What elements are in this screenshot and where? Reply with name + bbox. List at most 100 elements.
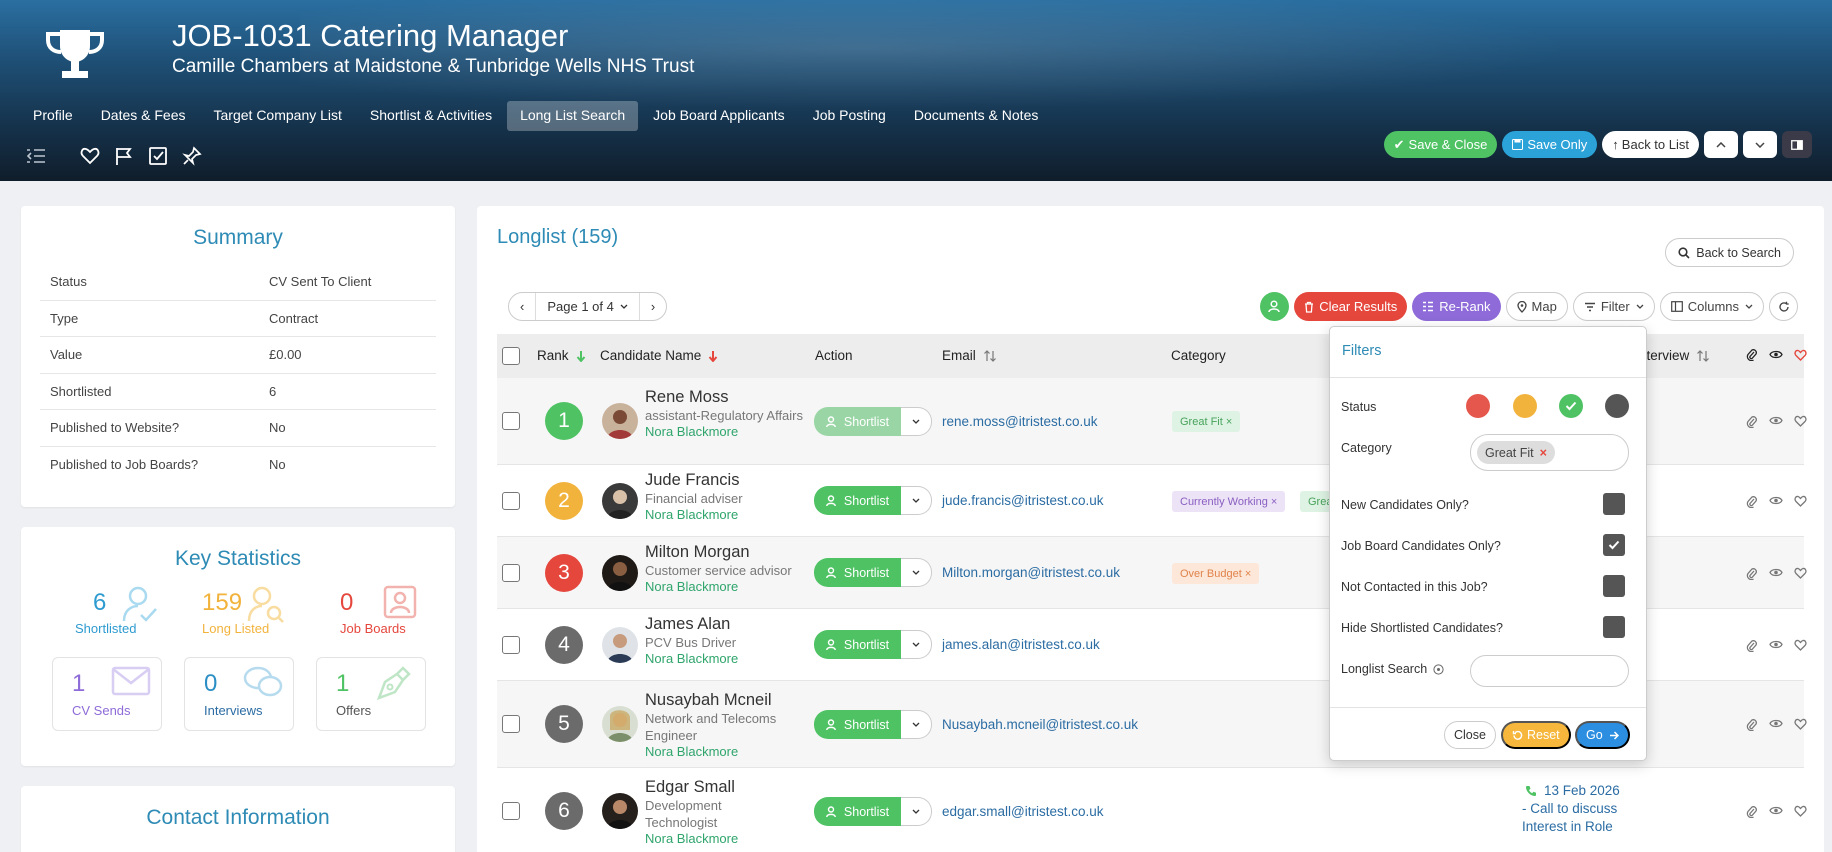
filter-button[interactable]: Filter — [1572, 292, 1655, 321]
heart-icon[interactable] — [1794, 718, 1807, 730]
status-amber-dot[interactable] — [1513, 394, 1537, 418]
paperclip-icon[interactable] — [1746, 639, 1758, 652]
back-to-list-button[interactable]: ↑ Back to List — [1602, 131, 1699, 158]
tab-job-posting[interactable]: Job Posting — [800, 101, 899, 131]
stat-job-boards[interactable]: 0 Job Boards — [327, 585, 455, 645]
heart-icon[interactable] — [1794, 805, 1807, 817]
tab-shortlist-activities[interactable]: Shortlist & Activities — [357, 101, 505, 131]
consultant-name[interactable]: Nora Blackmore — [645, 651, 805, 666]
eye-icon[interactable] — [1769, 718, 1783, 729]
remove-chip-icon[interactable]: × — [1540, 446, 1547, 460]
row-checkbox[interactable] — [502, 412, 520, 430]
apply-filters-button[interactable]: Go — [1575, 721, 1630, 749]
stat-offers[interactable]: 1 Offers — [316, 657, 426, 731]
candidate-name[interactable]: Milton Morgan — [645, 543, 805, 562]
stat-interviews[interactable]: 0 Interviews — [184, 657, 294, 731]
tab-job-board-applicants[interactable]: Job Board Applicants — [640, 101, 798, 131]
paperclip-icon[interactable] — [1746, 718, 1758, 731]
stat-cv-sends[interactable]: 1 CV Sends — [52, 657, 162, 731]
tab-dates-fees[interactable]: Dates & Fees — [88, 101, 199, 131]
candidate-email[interactable]: edgar.small@itristest.co.uk — [942, 804, 1104, 819]
shortlist-button[interactable]: Shortlist — [814, 407, 901, 436]
stat-long-listed[interactable]: 159 Long Listed — [199, 586, 327, 645]
columns-button[interactable]: Columns — [1659, 292, 1764, 321]
candidate-email[interactable]: jude.francis@itristest.co.uk — [942, 493, 1104, 508]
shortlist-dropdown[interactable] — [901, 797, 932, 826]
previous-record-button[interactable] — [1704, 131, 1738, 158]
flag-icon[interactable] — [114, 146, 134, 166]
new-candidates-checkbox[interactable] — [1603, 493, 1625, 515]
row-checkbox[interactable] — [502, 492, 520, 510]
candidate-name[interactable]: Nusaybah Mcneil — [645, 691, 805, 710]
column-rank[interactable]: Rank — [537, 348, 586, 363]
consultant-name[interactable]: Nora Blackmore — [645, 424, 805, 439]
eye-icon[interactable] — [1769, 639, 1783, 650]
panel-toggle-button[interactable] — [1782, 131, 1812, 158]
paperclip-icon[interactable] — [1746, 495, 1758, 508]
save-only-button[interactable]: Save Only — [1502, 131, 1598, 158]
next-record-button[interactable] — [1743, 131, 1777, 158]
shortlist-dropdown[interactable] — [901, 407, 932, 436]
shortlist-button[interactable]: Shortlist — [814, 797, 901, 826]
stat-shortlisted[interactable]: 6 Shortlisted — [71, 586, 199, 645]
heart-icon[interactable] — [80, 147, 100, 165]
collapse-menu-icon[interactable] — [26, 147, 46, 165]
row-checkbox[interactable] — [502, 715, 520, 733]
heart-icon[interactable] — [1794, 495, 1807, 507]
shortlist-button[interactable]: Shortlist — [814, 558, 901, 587]
category-multiselect[interactable]: Great Fit × — [1470, 434, 1629, 471]
column-email[interactable]: Email — [942, 348, 997, 363]
shortlist-button[interactable]: Shortlist — [814, 486, 901, 515]
status-green-dot[interactable] — [1559, 394, 1583, 418]
row-checkbox[interactable] — [502, 802, 520, 820]
close-filters-button[interactable]: Close — [1444, 721, 1496, 749]
hide-shortlisted-checkbox[interactable] — [1603, 616, 1625, 638]
shortlist-dropdown[interactable] — [901, 486, 932, 515]
help-icon[interactable] — [1433, 663, 1444, 675]
map-button[interactable]: Map — [1505, 292, 1568, 321]
job-board-candidates-checkbox[interactable] — [1603, 534, 1625, 556]
column-candidate-name[interactable]: Candidate Name — [600, 348, 718, 363]
shortlist-button[interactable]: Shortlist — [814, 710, 901, 739]
candidate-email[interactable]: Nusaybah.mcneil@itristest.co.uk — [942, 717, 1138, 732]
category-tag[interactable]: Great Fit × — [1172, 411, 1241, 432]
longlist-search-input[interactable] — [1470, 655, 1629, 687]
next-activity[interactable]: 13 Feb 2026 - Call to discuss Interest i… — [1522, 782, 1620, 836]
shortlist-dropdown[interactable] — [901, 558, 932, 587]
row-checkbox[interactable] — [502, 636, 520, 654]
consultant-name[interactable]: Nora Blackmore — [645, 744, 805, 759]
row-checkbox[interactable] — [502, 564, 520, 582]
pin-icon[interactable] — [182, 146, 202, 166]
heart-icon[interactable] — [1794, 415, 1807, 427]
back-to-search-button[interactable]: Back to Search — [1665, 238, 1794, 267]
paperclip-icon[interactable] — [1746, 805, 1758, 818]
consultant-name[interactable]: Nora Blackmore — [645, 579, 805, 594]
candidate-email[interactable]: rene.moss@itristest.co.uk — [942, 414, 1098, 429]
tab-profile[interactable]: Profile — [20, 101, 86, 131]
shortlist-dropdown[interactable] — [901, 630, 932, 659]
next-page-button[interactable]: › — [640, 293, 666, 320]
candidate-name[interactable]: Edgar Small — [645, 778, 805, 797]
status-grey-dot[interactable] — [1605, 394, 1629, 418]
candidate-email[interactable]: james.alan@itristest.co.uk — [942, 637, 1100, 652]
page-select[interactable]: Page 1 of 4 — [536, 293, 640, 320]
tab-long-list-search[interactable]: Long List Search — [507, 101, 639, 131]
paperclip-icon[interactable] — [1746, 415, 1758, 428]
heart-icon[interactable] — [1794, 567, 1807, 579]
consultant-name[interactable]: Nora Blackmore — [645, 831, 805, 846]
save-close-button[interactable]: ✔ Save & Close — [1383, 131, 1498, 158]
not-contacted-checkbox[interactable] — [1603, 575, 1625, 597]
eye-icon[interactable] — [1769, 415, 1783, 426]
candidate-name[interactable]: James Alan — [645, 615, 805, 634]
reset-filters-button[interactable]: Reset — [1501, 721, 1571, 749]
column-interview[interactable]: nterview — [1639, 348, 1710, 363]
candidate-name[interactable]: Rene Moss — [645, 388, 805, 407]
clear-results-button[interactable]: Clear Results — [1294, 292, 1408, 321]
prev-page-button[interactable]: ‹ — [509, 293, 537, 320]
paperclip-icon[interactable] — [1746, 567, 1758, 580]
eye-icon[interactable] — [1769, 567, 1783, 578]
tab-documents-notes[interactable]: Documents & Notes — [901, 101, 1052, 131]
category-tag[interactable]: Currently Working × — [1172, 491, 1286, 512]
candidate-name[interactable]: Jude Francis — [645, 471, 805, 490]
tab-target-company-list[interactable]: Target Company List — [201, 101, 355, 131]
